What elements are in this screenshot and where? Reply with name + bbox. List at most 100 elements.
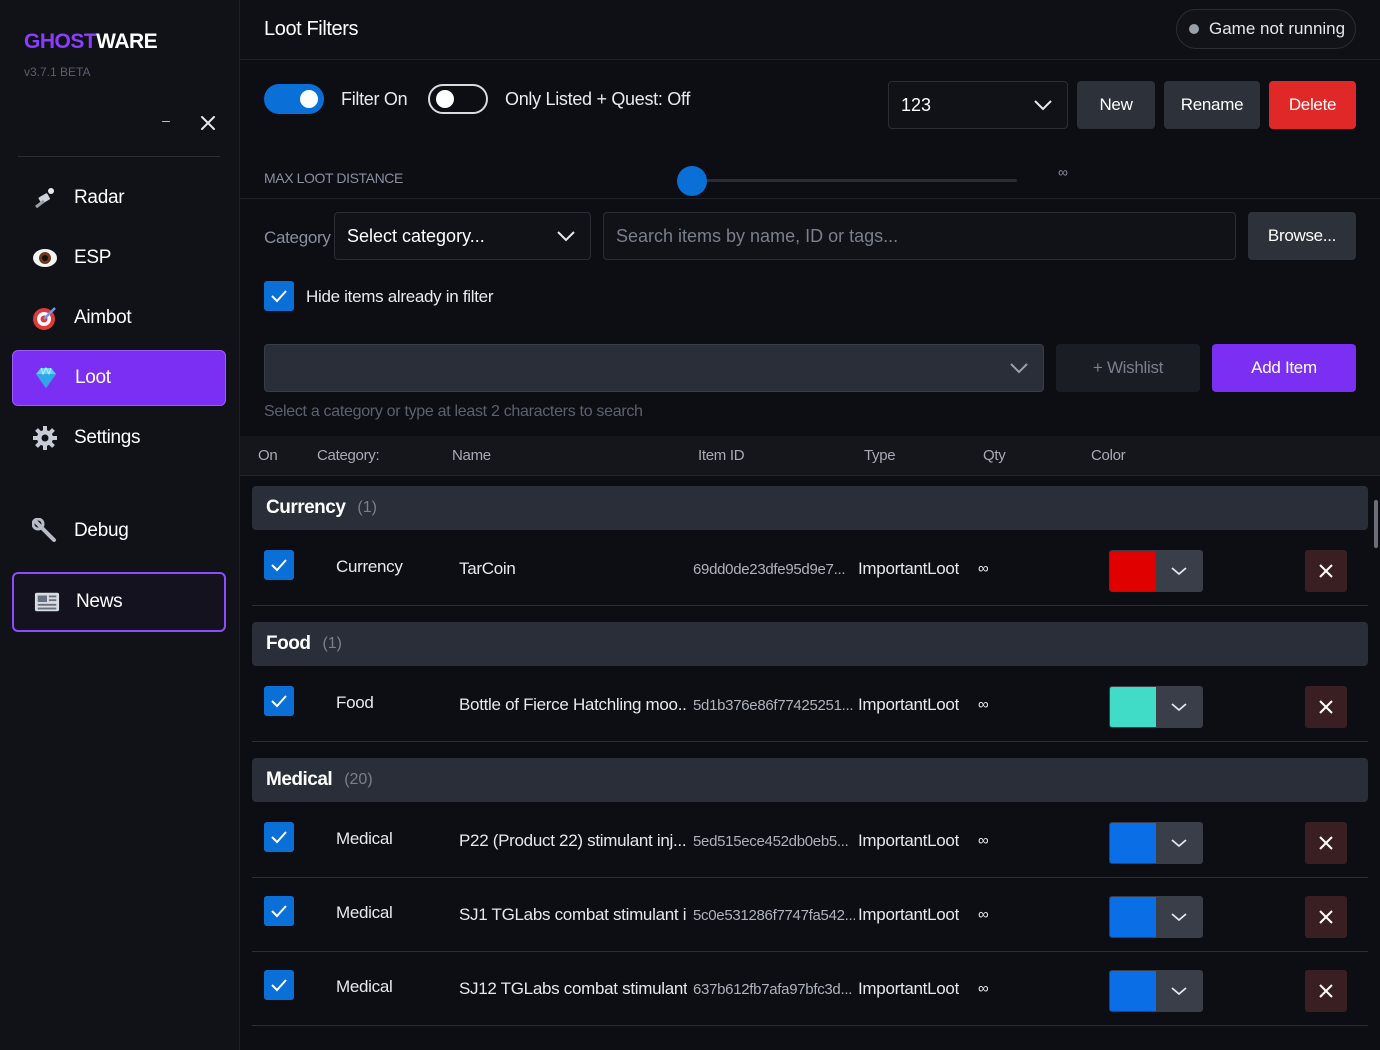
color-swatch [1110,897,1156,937]
table-row: Food Bottle of Fierce Hatchling moo... 5… [252,668,1368,742]
color-swatch [1110,551,1156,591]
row-enabled-checkbox[interactable] [264,970,294,1000]
page-title: Loot Filters [264,18,359,40]
category-label: Category [264,228,331,247]
sidebar-item-aimbot[interactable]: Aimbot [12,290,226,346]
sidebar-item-settings[interactable]: Settings [12,410,226,466]
group-header[interactable]: Food (1) [252,622,1368,666]
newspaper-icon [34,589,60,615]
group-name: Food [266,633,311,654]
row-type: ImportantLoot [858,979,959,998]
category-select-value: Select category... [347,225,485,246]
rename-filter-button[interactable]: Rename [1164,81,1260,129]
sidebar-item-radar[interactable]: Radar [12,170,226,226]
filter-on-toggle[interactable] [264,84,324,114]
new-filter-button[interactable]: New [1077,81,1155,129]
search-hint: Select a category or type at least 2 cha… [264,403,643,420]
row-item-id: 637b612fb7afa97bfc3d... [693,981,853,998]
row-enabled-checkbox[interactable] [264,822,294,852]
row-item-id: 5ed515ece452db0eb5... [693,833,849,850]
row-enabled-checkbox[interactable] [264,686,294,716]
quest-toggle[interactable] [428,84,488,114]
sidebar-item-debug[interactable]: Debug [12,503,226,559]
table-row: Medical P22 (Product 22) stimulant inj..… [252,804,1368,878]
row-delete-button[interactable] [1305,896,1347,938]
wishlist-button[interactable]: + Wishlist [1056,344,1200,392]
color-swatch [1110,971,1156,1011]
row-enabled-checkbox[interactable] [264,896,294,926]
row-qty: ∞ [978,906,989,923]
group-count: (20) [344,771,373,788]
group-header[interactable]: Medical (20) [252,758,1368,802]
sidebar-item-news[interactable]: News [12,572,226,632]
status-badge: Game not running [1176,9,1356,49]
close-icon [1319,700,1333,714]
row-delete-button[interactable] [1305,686,1347,728]
wrench-icon [32,518,58,544]
chevron-down-icon [1171,913,1187,922]
max-distance-slider[interactable] [677,166,707,196]
group-name: Medical [266,769,333,790]
divider [240,198,1380,199]
column-color: Color [1091,447,1126,464]
table-scrollbar[interactable] [1374,500,1378,548]
row-color-picker[interactable] [1109,686,1203,728]
sidebar-item-esp[interactable]: ESP [12,230,226,286]
add-item-button[interactable]: Add Item [1212,344,1356,392]
row-color-picker[interactable] [1109,896,1203,938]
row-delete-button[interactable] [1305,970,1347,1012]
row-type: ImportantLoot [858,905,959,924]
row-name: TarCoin [459,559,516,578]
chevron-down-icon [1010,363,1028,374]
target-icon [32,305,58,331]
item-result-select[interactable] [264,344,1044,392]
sidebar-item-label: ESP [74,247,112,268]
row-category: Medical [336,977,393,996]
satellite-icon [32,185,58,211]
row-item-id: 5c0e531286f7747fa542... [693,907,855,924]
row-delete-button[interactable] [1305,822,1347,864]
search-input[interactable]: Search items by name, ID or tags... [603,212,1236,260]
delete-filter-button[interactable]: Delete [1269,81,1356,129]
category-select[interactable]: Select category... [334,212,591,260]
max-distance-track[interactable] [692,179,1017,182]
sidebar-item-loot[interactable]: Loot [12,350,226,406]
eye-icon [32,245,58,271]
column-category: Category: [317,447,380,464]
close-icon [1319,564,1333,578]
app-version: v3.7.1 BETA [24,65,91,79]
main-panel: Loot Filters Game not running Filter On … [240,0,1380,1050]
group-count: (1) [322,635,342,652]
row-name: P22 (Product 22) stimulant inj... [459,831,687,850]
browse-button[interactable]: Browse... [1248,212,1356,260]
row-color-picker[interactable] [1109,970,1203,1012]
sidebar-item-label: Radar [74,187,125,208]
row-delete-button[interactable] [1305,550,1347,592]
color-swatch [1110,823,1156,863]
chevron-down-icon [1171,839,1187,848]
chevron-down-icon [1171,703,1187,712]
table-row: Medical SJ12 TGLabs combat stimulant... … [252,952,1368,1026]
hide-items-checkbox[interactable] [264,281,294,311]
minimize-button[interactable]: – [158,112,174,132]
row-category: Currency [336,557,403,576]
close-icon [201,116,215,130]
sidebar: GHOSTWARE v3.7.1 BETA – Radar ESP Aimbot… [0,0,240,1050]
row-name: SJ1 TGLabs combat stimulant i... [459,905,687,924]
close-button[interactable] [198,113,218,133]
row-color-picker[interactable] [1109,822,1203,864]
logo-ware: WARE [96,30,158,53]
column-item-id: Item ID [698,447,745,464]
group-header[interactable]: Currency (1) [252,486,1368,530]
close-icon [1319,910,1333,924]
status-dot-icon [1189,24,1199,34]
sidebar-divider [18,156,220,157]
sidebar-item-label: Aimbot [74,307,132,328]
row-enabled-checkbox[interactable] [264,550,294,580]
color-swatch [1110,687,1156,727]
gem-icon [33,365,59,391]
filter-preset-select[interactable]: 123 [888,81,1068,129]
row-type: ImportantLoot [858,559,959,578]
gear-icon [32,425,58,451]
row-color-picker[interactable] [1109,550,1203,592]
